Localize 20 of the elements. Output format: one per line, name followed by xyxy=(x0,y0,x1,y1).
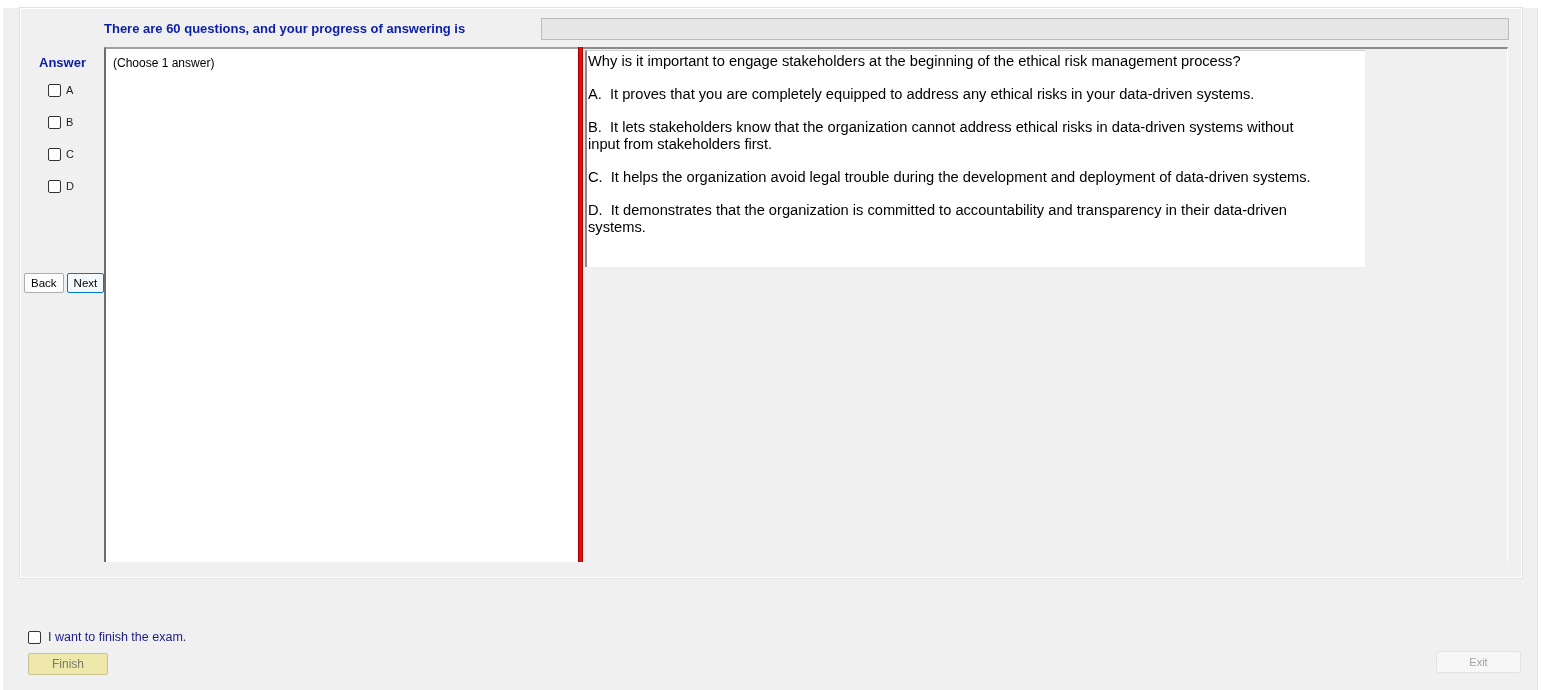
answer-heading: Answer xyxy=(38,54,87,72)
progress-label: There are 60 questions, and your progress of answering is xyxy=(103,20,467,39)
nav-button[interactable]: Back xyxy=(24,273,64,293)
checkbox[interactable] xyxy=(48,115,61,129)
nav-button[interactable]: Next xyxy=(66,273,105,293)
option-label: C xyxy=(66,146,74,162)
checkbox[interactable] xyxy=(28,631,41,645)
question-text: Why is it important to engage stakeholders at the beginning of the ethical risk management process? xyxy=(588,53,1242,70)
checkbox[interactable] xyxy=(48,83,61,97)
choice-text: C. It helps the organization avoid legal trouble during the development and deployment of data-driven systems. xyxy=(588,169,1312,186)
option-label: B xyxy=(66,114,74,130)
checkbox[interactable] xyxy=(48,179,61,193)
choice-text: A. It proves that you are completely equipped to address any ethical risks in your data-driven systems. xyxy=(588,86,1256,103)
option-label: D xyxy=(66,178,74,194)
choice-text: D. It demonstrates that the organization is committed to accountability and transparency in their data-driven systems. xyxy=(588,202,1288,236)
answer-text-area[interactable]: (Choose 1 answer) xyxy=(104,47,578,562)
confirm-label: I want to finish the exam. xyxy=(48,629,187,647)
choice-text: B. It lets stakeholders know that the organization cannot address ethical risks in data-driven systems without input from stakeholders first. xyxy=(588,119,1295,153)
checkbox[interactable] xyxy=(48,147,61,161)
option-label: A xyxy=(66,82,74,98)
